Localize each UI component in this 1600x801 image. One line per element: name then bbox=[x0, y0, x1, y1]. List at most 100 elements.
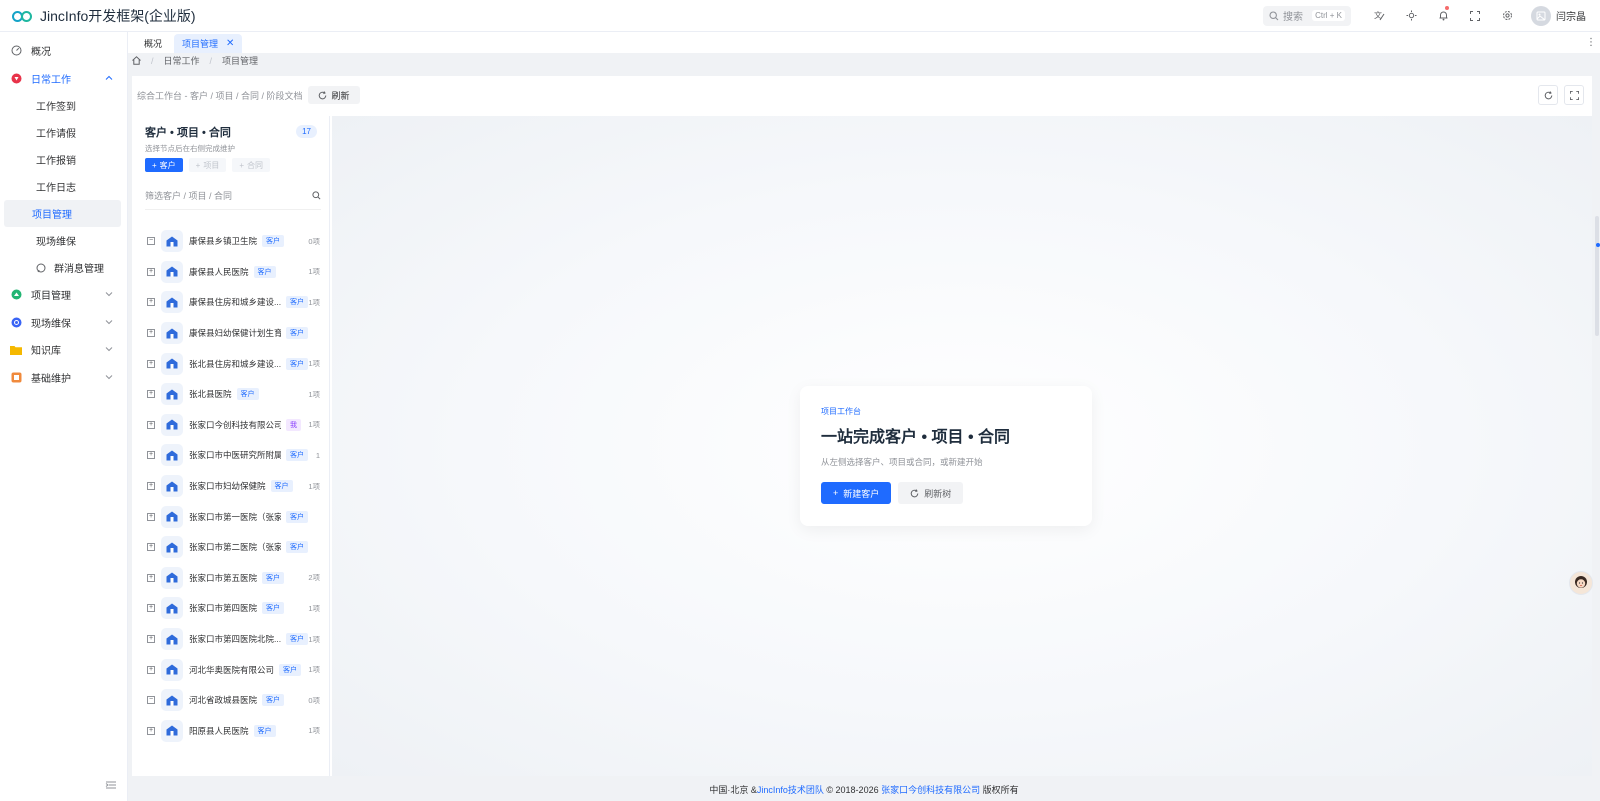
reload-button[interactable] bbox=[1538, 85, 1558, 105]
expand-toggle-icon[interactable]: + bbox=[147, 390, 155, 399]
footer-company-link[interactable]: 张家口今创科技有限公司 bbox=[881, 783, 980, 796]
refresh-tree-button[interactable]: 刷新树 bbox=[898, 482, 964, 504]
sidebar-subitem-expense[interactable]: 工作报销 bbox=[4, 146, 121, 173]
expand-toggle-icon[interactable]: + bbox=[147, 604, 155, 613]
settings-button[interactable] bbox=[1491, 0, 1523, 32]
fullscreen-button[interactable] bbox=[1459, 0, 1491, 32]
expand-toggle-icon[interactable]: − bbox=[147, 696, 155, 705]
tree-node[interactable]: + 河北华奥医院有限公司 客户 1项 bbox=[137, 654, 330, 685]
sidebar-item-project[interactable]: 项目管理 bbox=[0, 281, 127, 309]
welcome-card: 项目工作台 一站完成客户 • 项目 • 合同 从左侧选择客户、项目或合同，或新建… bbox=[800, 386, 1092, 526]
tree-node[interactable]: + 张家口市第五医院 客户 2项 bbox=[137, 563, 330, 594]
plus-icon: + bbox=[152, 160, 157, 170]
app-logo[interactable]: JincInfo开发框架(企业版) bbox=[0, 6, 260, 26]
expand-toggle-icon[interactable]: + bbox=[147, 267, 155, 276]
tree-node[interactable]: + 张家口今创科技有限公司我 1项 bbox=[137, 410, 330, 441]
tree-node[interactable]: + 张北县医院 客户 1项 bbox=[137, 379, 330, 410]
tree-title: 客户 • 项目 • 合同 bbox=[145, 127, 231, 139]
node-type-tag: 客户 bbox=[262, 235, 285, 248]
sidebar-item-label: 项目管理 bbox=[31, 291, 71, 303]
breadcrumb-item[interactable]: 日常工作 bbox=[164, 54, 200, 67]
notification-button[interactable] bbox=[1427, 0, 1459, 32]
tree-node[interactable]: + 康保县住房和城乡建设... 客户 1项 bbox=[137, 287, 330, 318]
node-type-tag: 客户 bbox=[286, 296, 308, 309]
sidebar: 概况 日常工作 工作签到 工作请假 工作报销 工作日志 项目管理 现场维保 群消… bbox=[0, 32, 128, 801]
tree-filter-input[interactable]: 筛选客户 / 项目 / 合同 bbox=[145, 188, 321, 210]
sidebar-subitem-leave[interactable]: 工作请假 bbox=[4, 119, 121, 146]
sidebar-subitem-group-messages[interactable]: 群消息管理 bbox=[4, 254, 121, 281]
refresh-button[interactable]: 刷新 bbox=[307, 86, 360, 104]
expand-toggle-icon[interactable]: + bbox=[147, 512, 155, 521]
username: 闫宗晶 bbox=[1556, 12, 1586, 23]
node-child-count: 1项 bbox=[308, 297, 320, 307]
expand-toggle-icon[interactable]: + bbox=[147, 451, 155, 460]
node-child-count: 1项 bbox=[308, 665, 320, 675]
tree-node[interactable]: + 张家口市第二医院（张家口... 客户 bbox=[137, 532, 330, 563]
home-icon[interactable] bbox=[132, 56, 141, 65]
sidebar-subitem-onsite-maintenance[interactable]: 现场维保 bbox=[4, 227, 121, 254]
scrollbar-thumb[interactable] bbox=[1595, 216, 1599, 336]
expand-toggle-icon[interactable]: + bbox=[147, 635, 155, 644]
translate-button[interactable]: 文 bbox=[1363, 0, 1395, 32]
maximize-button[interactable] bbox=[1564, 85, 1584, 105]
tree-node[interactable]: + 张北县住房和城乡建设... 客户 1项 bbox=[137, 348, 330, 379]
expand-toggle-icon[interactable]: + bbox=[147, 543, 155, 552]
expand-toggle-icon[interactable]: + bbox=[147, 359, 155, 368]
tree-node[interactable]: + 张家口市第四医院 客户 1项 bbox=[137, 593, 330, 624]
chevron-down-icon bbox=[105, 319, 113, 324]
tree-node[interactable]: − 康保县乡镇卫生院 客户 0项 bbox=[137, 226, 330, 257]
tabs-more-icon[interactable]: ⋮ bbox=[1586, 37, 1596, 48]
theme-toggle[interactable] bbox=[1395, 0, 1427, 32]
assistant-avatar-button[interactable] bbox=[1569, 571, 1593, 595]
sidebar-subitem-checkin[interactable]: 工作签到 bbox=[4, 92, 121, 119]
sidebar-item-overview[interactable]: 概况 bbox=[0, 37, 127, 65]
tree-node[interactable]: + 张家口市第四医院北院... 客户 1项 bbox=[137, 624, 330, 655]
expand-toggle-icon[interactable]: + bbox=[147, 329, 155, 338]
sidebar-item-knowledge[interactable]: 知识库 bbox=[0, 336, 127, 364]
tree-node[interactable]: + 康保县人民医院 客户 1项 bbox=[137, 257, 330, 288]
sidebar-subitem-project-management[interactable]: 项目管理 bbox=[4, 200, 121, 227]
sidebar-item-maintenance[interactable]: 现场维保 bbox=[0, 309, 127, 337]
tree-node[interactable]: + 阳原县人民医院 客户 1项 bbox=[137, 716, 330, 747]
scroll-marker bbox=[1596, 243, 1600, 247]
add-customer-button[interactable]: + 客户 bbox=[145, 158, 183, 172]
building-icon bbox=[161, 230, 183, 253]
welcome-description: 从左侧选择客户、项目或合同，或新建开始 bbox=[821, 457, 983, 467]
tab-overview[interactable]: 概况 bbox=[136, 34, 170, 53]
new-customer-button[interactable]: + 新建客户 bbox=[821, 482, 892, 504]
add-contract-button[interactable]: + 合同 bbox=[232, 158, 271, 172]
sidebar-item-daily-work[interactable]: 日常工作 bbox=[0, 65, 127, 93]
node-child-count: 1项 bbox=[308, 726, 320, 736]
tree-node[interactable]: + 张家口市中医研究所附属... 客户 1 bbox=[137, 440, 330, 471]
close-icon[interactable]: ✕ bbox=[226, 38, 234, 49]
expand-toggle-icon[interactable]: + bbox=[147, 420, 155, 429]
expand-toggle-icon[interactable]: + bbox=[147, 665, 155, 674]
toolbar: 综合工作台 - 客户 / 项目 / 合同 / 阶段文档 刷新 bbox=[132, 76, 1592, 114]
expand-toggle-icon[interactable]: + bbox=[147, 482, 155, 491]
fullscreen-icon bbox=[1470, 10, 1480, 21]
chevron-down-icon bbox=[105, 347, 113, 352]
expand-toggle-icon[interactable]: + bbox=[147, 726, 155, 735]
building-icon bbox=[161, 658, 183, 681]
tree-node[interactable]: + 张家口市第一医院（张家口... 客户 bbox=[137, 501, 330, 532]
tab-label: 概况 bbox=[144, 39, 163, 49]
sidebar-item-base-maintenance[interactable]: 基础维护 bbox=[0, 364, 127, 392]
expand-toggle-icon[interactable]: + bbox=[147, 298, 155, 307]
sidebar-item-label: 知识库 bbox=[31, 346, 61, 358]
page-scrollbar[interactable] bbox=[1592, 116, 1600, 716]
tree-node-label: 河北华奥医院有限公司 bbox=[189, 664, 275, 675]
tree-node-label: 张北县住房和城乡建设... bbox=[189, 358, 281, 369]
node-type-tag: 客户 bbox=[286, 449, 308, 462]
tree-node[interactable]: + 张家口市妇幼保健院 客户 1项 bbox=[137, 471, 330, 502]
add-project-button[interactable]: + 项目 bbox=[188, 158, 227, 172]
expand-toggle-icon[interactable]: − bbox=[147, 237, 155, 246]
tab-project-management[interactable]: 项目管理 ✕ bbox=[174, 34, 243, 53]
expand-toggle-icon[interactable]: + bbox=[147, 573, 155, 582]
tree-node[interactable]: − 河北省政城县医院 客户 0项 bbox=[137, 685, 330, 716]
user-menu[interactable]: 闫宗晶 bbox=[1531, 5, 1586, 26]
footer-team-link[interactable]: JincInfo技术团队 bbox=[757, 783, 824, 796]
sidebar-subitem-worklog[interactable]: 工作日志 bbox=[4, 173, 121, 200]
tree-node[interactable]: + 康保县妇幼保健计划生育服... 客户 bbox=[137, 318, 330, 349]
global-search[interactable]: 搜索 Ctrl + K bbox=[1263, 5, 1351, 26]
sidebar-collapse-button[interactable] bbox=[105, 779, 117, 791]
